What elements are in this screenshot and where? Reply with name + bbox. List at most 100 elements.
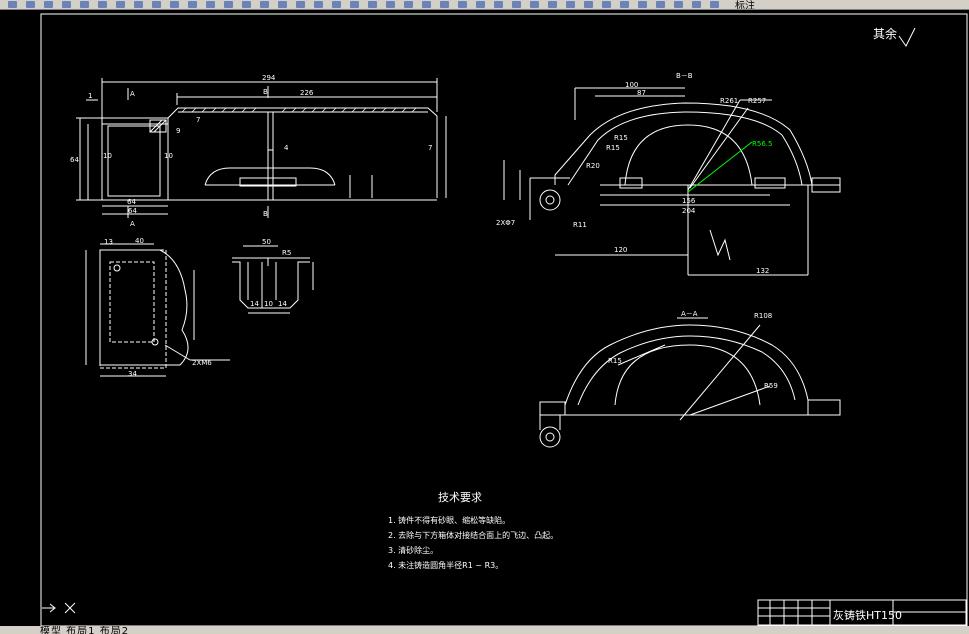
roughness-label: 其余 — [873, 26, 897, 41]
tech-requirements-title: 技术要求 — [438, 491, 482, 504]
hole-callout: 2XM6 — [192, 359, 212, 367]
toolbar-button-icon[interactable] — [710, 1, 719, 8]
toolbar-button-icon[interactable] — [422, 1, 431, 8]
toolbar-button-icon[interactable] — [314, 1, 323, 8]
toolbar-button-icon[interactable] — [386, 1, 395, 8]
toolbar-button-icon[interactable] — [350, 1, 359, 8]
toolbar-button-icon[interactable] — [368, 1, 377, 8]
toolbar-button-icon[interactable] — [134, 1, 143, 8]
dim-226: 226 — [300, 89, 314, 97]
dim-294: 294 — [262, 74, 276, 82]
toolbar-button-icon[interactable] — [494, 1, 503, 8]
toolbar-button-icon[interactable] — [512, 1, 521, 8]
tech-item-1: 1. 铸件不得有砂眼、缩松等缺陷。 — [388, 515, 510, 525]
dim-7a: 7 — [196, 116, 200, 124]
toolbar-button-icon[interactable] — [458, 1, 467, 8]
dim-50: 50 — [262, 238, 271, 246]
section-label-b2: B — [263, 210, 268, 218]
dim-r20: R20 — [586, 162, 600, 170]
toolbar-button-icon[interactable] — [440, 1, 449, 8]
hole-spec: 2XΦ7 — [496, 219, 515, 227]
toolbar-button-icon[interactable] — [548, 1, 557, 8]
toolbar-button-icon[interactable] — [584, 1, 593, 8]
dim-132: 132 — [756, 267, 769, 275]
dim-10: 10 — [103, 152, 112, 160]
toolbar-button-icon[interactable] — [206, 1, 215, 8]
toolbar-button-icon[interactable] — [98, 1, 107, 8]
dim-9: 9 — [176, 127, 180, 135]
section-label-a2: A — [130, 220, 135, 228]
toolbar-button-icon[interactable] — [152, 1, 161, 8]
toolbar-button-icon[interactable] — [620, 1, 629, 8]
dim-r11: R11 — [573, 221, 587, 229]
dim-r5: R5 — [282, 249, 291, 257]
tech-item-2: 2. 去除与下方箱体对接结合面上的飞边、凸起。 — [388, 530, 558, 540]
toolbar-button-icon[interactable] — [476, 1, 485, 8]
section-bb-view — [503, 87, 841, 276]
dim-13: 13 — [104, 238, 113, 246]
toolbar-button-icon[interactable] — [638, 1, 647, 8]
dim-34: 34 — [128, 370, 137, 378]
top-view — [85, 243, 230, 377]
tech-item-4: 4. 未注铸造圆角半径R1 ~ R3。 — [388, 560, 503, 570]
dim-r15b: R15 — [606, 144, 620, 152]
toolbar-button-icon[interactable] — [530, 1, 539, 8]
dim-1: 1 — [88, 92, 92, 100]
dim-r56: R56.5 — [752, 140, 772, 148]
toolbar-button-icon[interactable] — [692, 1, 701, 8]
dim-10c: 10 — [264, 300, 273, 308]
dim-64-bottom: 64 — [127, 198, 136, 206]
toolbar-button-icon[interactable] — [188, 1, 197, 8]
cad-window: 标注 其余 294 226 A B B 1 64 10 10 9 7 4 7 6… — [0, 0, 969, 634]
toolbar-button-icon[interactable] — [80, 1, 89, 8]
toolbar-dimension-label[interactable]: 标注 — [735, 0, 755, 9]
dim-r261: R261 — [720, 97, 738, 105]
toolbar-button-icon[interactable] — [404, 1, 413, 8]
status-bar: 模型 布局1 布局2 — [0, 626, 969, 634]
toolbar-button-icon[interactable] — [170, 1, 179, 8]
toolbar: 标注 — [0, 0, 969, 10]
section-label-a1: A — [130, 90, 135, 98]
front-view — [76, 78, 447, 218]
dim-14b: 14 — [278, 300, 287, 308]
ucs-icon — [42, 602, 76, 614]
toolbar-button-icon[interactable] — [26, 1, 35, 8]
toolbar-button-icon[interactable] — [116, 1, 125, 8]
dim-40: 40 — [135, 237, 144, 245]
dim-64-bottom2: 64 — [128, 207, 137, 215]
dim-156: 156 — [682, 197, 696, 205]
dim-204: 204 — [682, 207, 696, 215]
toolbar-button-icon[interactable] — [674, 1, 683, 8]
toolbar-button-icon[interactable] — [566, 1, 575, 8]
section-bb-label: B－B — [676, 72, 693, 80]
dim-r108: R108 — [754, 312, 772, 320]
toolbar-button-icon[interactable] — [44, 1, 53, 8]
toolbar-button-icon[interactable] — [224, 1, 233, 8]
toolbar-button-icon[interactable] — [656, 1, 665, 8]
dim-r15a: R15 — [614, 134, 628, 142]
drawing-canvas[interactable]: 其余 294 226 A B B 1 64 10 10 9 7 4 7 64 6… — [0, 10, 969, 626]
toolbar-button-icon[interactable] — [8, 1, 17, 8]
toolbar-button-icon[interactable] — [62, 1, 71, 8]
toolbar-button-icon[interactable] — [242, 1, 251, 8]
tech-item-3: 3. 清砂除尘。 — [388, 545, 438, 555]
roughness-symbol — [898, 27, 916, 47]
dim-120: 120 — [614, 246, 627, 254]
dim-4: 4 — [284, 144, 289, 152]
toolbar-button-icon[interactable] — [260, 1, 269, 8]
dim-r257: R257 — [748, 97, 766, 105]
dim-87: 87 — [637, 89, 646, 97]
toolbar-button-icon[interactable] — [332, 1, 341, 8]
toolbar-button-icon[interactable] — [602, 1, 611, 8]
dim-10b: 10 — [164, 152, 173, 160]
toolbar-button-icon[interactable] — [278, 1, 287, 8]
material-label: 灰铸铁HT150 — [833, 608, 902, 622]
section-aa-label: A－A — [681, 310, 698, 318]
dim-7b: 7 — [428, 144, 432, 152]
toolbar-button-icon[interactable] — [296, 1, 305, 8]
section-label-b1: B — [263, 88, 268, 96]
layout-tabs[interactable]: 模型 布局1 布局2 — [40, 626, 129, 634]
dim-r59: R59 — [764, 382, 778, 390]
dim-r15-aa: R15 — [608, 357, 622, 365]
dim-100: 100 — [625, 81, 638, 89]
